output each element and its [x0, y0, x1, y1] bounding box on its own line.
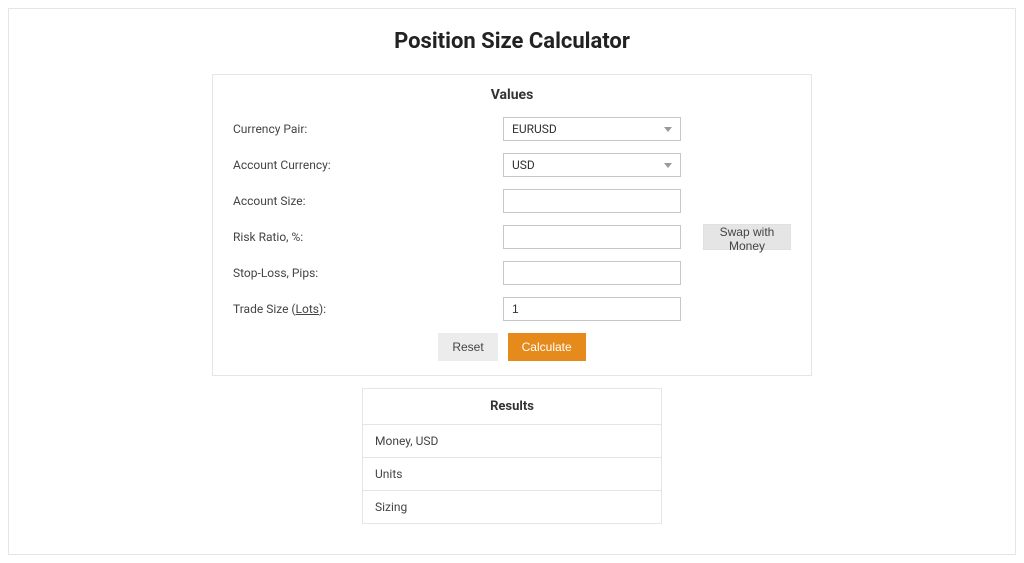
result-money: Money, USD — [363, 425, 661, 458]
result-units: Units — [363, 458, 661, 491]
trade-size-input[interactable] — [503, 297, 681, 321]
calculate-button[interactable]: Calculate — [508, 333, 586, 361]
account-size-row: Account Size: — [233, 189, 791, 213]
chevron-down-icon — [664, 163, 672, 168]
currency-pair-row: Currency Pair: EURUSD — [233, 117, 791, 141]
page-title: Position Size Calculator — [49, 29, 975, 54]
currency-pair-label: Currency Pair: — [233, 122, 503, 136]
risk-ratio-row: Risk Ratio, %: Swap with Money — [233, 225, 791, 249]
main-container: Position Size Calculator Values Currency… — [8, 8, 1016, 555]
account-currency-label: Account Currency: — [233, 158, 503, 172]
account-size-label: Account Size: — [233, 194, 503, 208]
swap-with-money-button[interactable]: Swap with Money — [703, 224, 791, 250]
risk-ratio-input[interactable] — [503, 225, 681, 249]
lots-link[interactable]: Lots — [296, 302, 319, 316]
account-currency-row: Account Currency: USD — [233, 153, 791, 177]
trade-size-row: Trade Size (Lots): — [233, 297, 791, 321]
values-card: Values Currency Pair: EURUSD Account Cur… — [212, 74, 812, 376]
account-currency-select[interactable]: USD — [503, 153, 681, 177]
results-card: Results Money, USD Units Sizing — [362, 388, 662, 524]
risk-ratio-label: Risk Ratio, %: — [233, 230, 503, 244]
result-sizing: Sizing — [363, 491, 661, 523]
results-heading: Results — [363, 389, 661, 425]
account-size-input[interactable] — [503, 189, 681, 213]
currency-pair-value: EURUSD — [512, 122, 557, 136]
currency-pair-select[interactable]: EURUSD — [503, 117, 681, 141]
values-heading: Values — [233, 87, 791, 103]
account-currency-value: USD — [512, 158, 535, 172]
chevron-down-icon — [664, 127, 672, 132]
stop-loss-label: Stop-Loss, Pips: — [233, 266, 503, 280]
button-row: Reset Calculate — [233, 333, 791, 361]
stop-loss-input[interactable] — [503, 261, 681, 285]
stop-loss-row: Stop-Loss, Pips: — [233, 261, 791, 285]
reset-button[interactable]: Reset — [438, 333, 497, 361]
trade-size-label: Trade Size (Lots): — [233, 302, 503, 316]
